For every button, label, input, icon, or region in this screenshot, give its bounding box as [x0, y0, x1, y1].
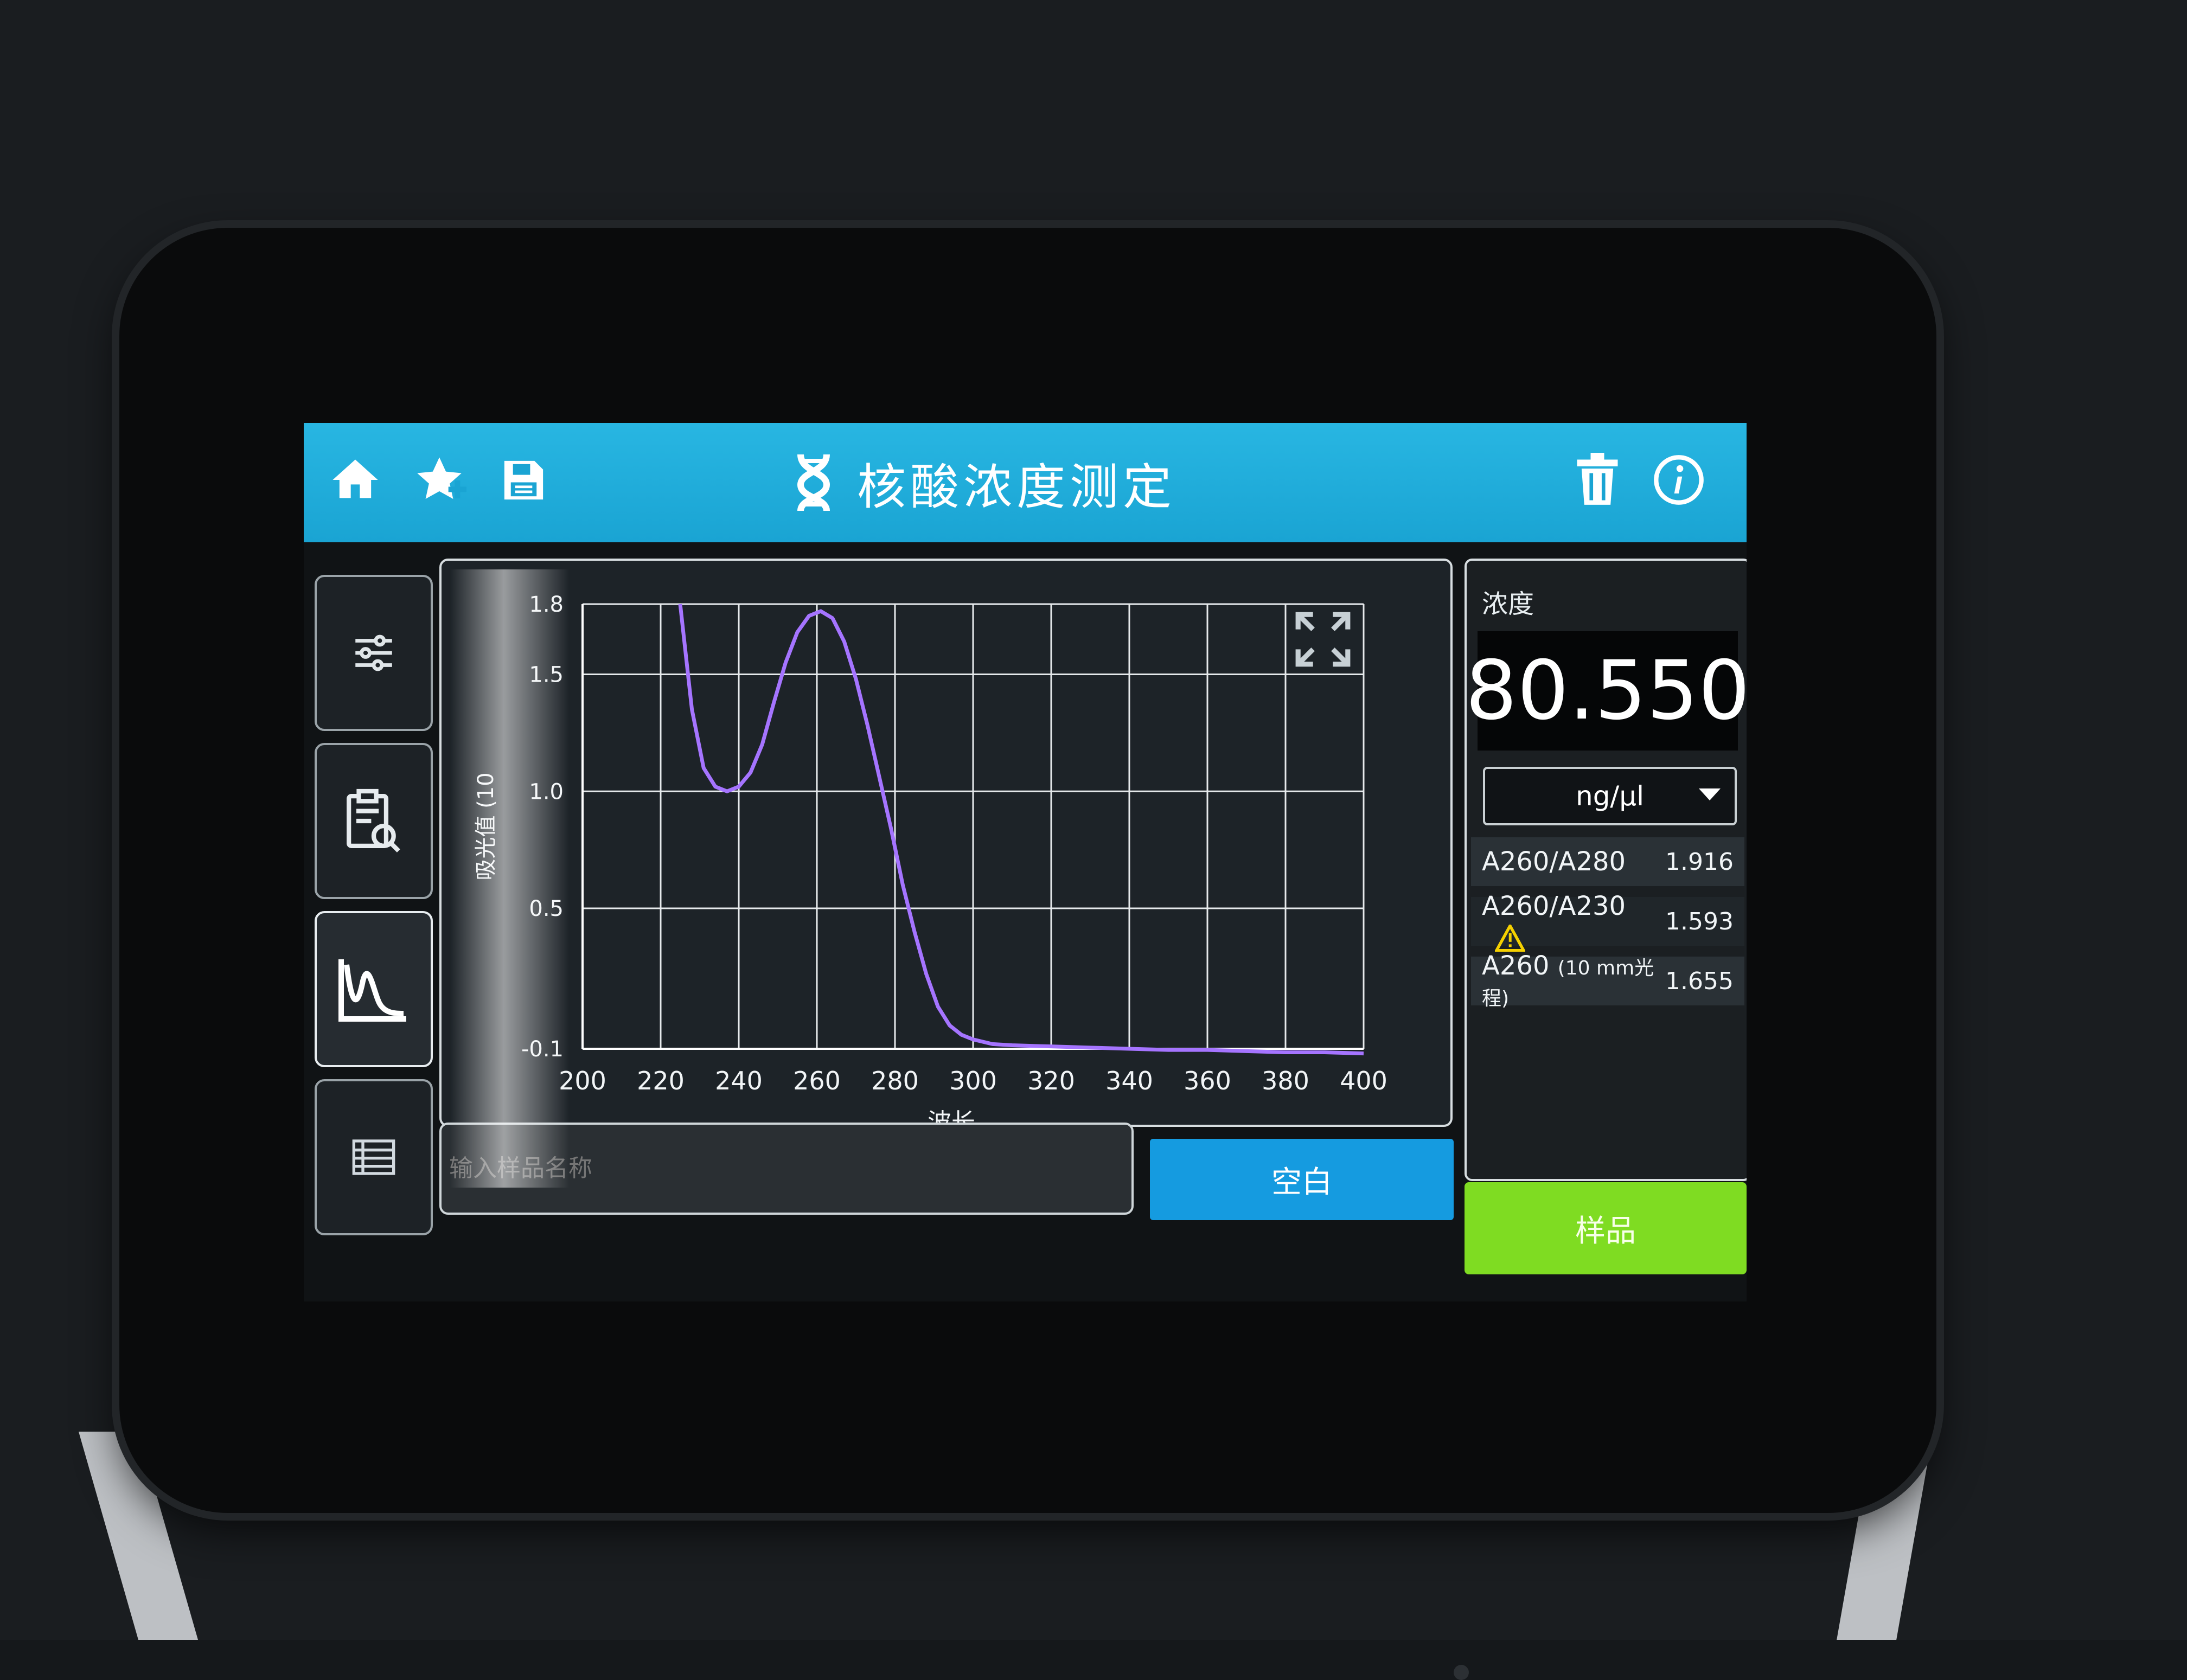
spectrum-chart-icon — [338, 959, 406, 1022]
save-icon[interactable] — [494, 450, 553, 510]
star-add-icon[interactable] — [410, 450, 469, 510]
y-tick-label: 1.5 — [529, 662, 564, 687]
concentration-readout-panel: 浓度 80.550 ng/µl A260/A280 1.916 A260/A23… — [1465, 559, 1747, 1181]
nav-tab-spectrum[interactable] — [315, 911, 433, 1067]
concentration-display: 80.550 — [1466, 631, 1747, 751]
concentration-label: 浓度 — [1482, 589, 1534, 619]
info-icon[interactable] — [1649, 450, 1709, 510]
settings-sliders-icon — [355, 634, 392, 671]
device-screen: 核酸浓度测定 200 220 240 260 280 300 320 340 3… — [304, 423, 1747, 1301]
blank-button[interactable]: 空白 — [1150, 1139, 1454, 1220]
clipboard-search-icon — [347, 788, 400, 852]
chevron-down-icon — [1699, 788, 1721, 800]
y-tick-label: 0.5 — [529, 896, 564, 921]
x-tick-label: 280 — [871, 1066, 919, 1095]
sample-button[interactable]: 样品 — [1465, 1182, 1747, 1274]
x-tick-label: 340 — [1105, 1066, 1153, 1095]
trash-icon[interactable] — [1568, 450, 1627, 510]
unit-selected-value: ng/µl — [1576, 780, 1644, 812]
sample-name-input[interactable] — [439, 1123, 1134, 1215]
y-tick-label: 1.0 — [529, 779, 564, 804]
y-tick-label: -0.1 — [521, 1037, 564, 1062]
x-tick-label: 400 — [1340, 1066, 1387, 1095]
page-title: 核酸浓度测定 — [792, 445, 1176, 521]
ratio-row-a260: A260 (10 mm光程) 1.655 — [1471, 951, 1744, 1010]
x-tick-label: 380 — [1262, 1066, 1309, 1095]
warning-icon — [1495, 925, 1525, 952]
nav-tab-data-table[interactable] — [315, 1079, 433, 1235]
x-tick-label: 240 — [715, 1066, 763, 1095]
ratio-value: 1.655 — [1665, 967, 1734, 995]
expand-icon[interactable] — [1293, 610, 1353, 669]
nav-tab-settings[interactable] — [315, 575, 433, 731]
ratio-label: A260/A230 — [1482, 891, 1626, 921]
y-tick-label: 1.8 — [529, 592, 564, 617]
x-tick-label: 200 — [559, 1066, 606, 1095]
dna-icon — [797, 454, 830, 512]
table-list-icon — [352, 1139, 395, 1175]
x-tick-label: 360 — [1184, 1066, 1231, 1095]
spectrum-chart-panel: 200 220 240 260 280 300 320 340 360 380 400 -0.1 0.5… — [439, 559, 1453, 1127]
ratio-row-a260-a280: A260/A280 1.916 — [1471, 837, 1744, 886]
side-navigation — [304, 564, 450, 1301]
absorbance-series-line — [678, 604, 1364, 1056]
x-tick-label: 320 — [1027, 1066, 1075, 1095]
y-axis-label: 吸光值 (10 — [474, 772, 498, 880]
ratio-value: 1.916 — [1665, 848, 1734, 876]
concentration-value: 80.550 — [1465, 644, 1747, 738]
ratio-value: 1.593 — [1665, 907, 1734, 935]
title-text: 核酸浓度测定 — [857, 459, 1176, 516]
device-indicator — [1454, 1665, 1469, 1680]
top-bar: 核酸浓度测定 — [304, 423, 1747, 542]
x-tick-label: 260 — [793, 1066, 841, 1095]
x-tick-label: 220 — [637, 1066, 685, 1095]
unit-dropdown[interactable]: ng/µl — [1483, 767, 1737, 825]
nav-tab-records[interactable] — [315, 743, 433, 899]
ratio-row-a260-a230: A260/A230 1.593 — [1471, 891, 1744, 952]
ratio-label: A260/A280 — [1482, 847, 1626, 877]
x-tick-label: 300 — [949, 1066, 997, 1095]
ratio-label: A260 — [1482, 951, 1550, 981]
home-icon[interactable] — [325, 450, 385, 510]
